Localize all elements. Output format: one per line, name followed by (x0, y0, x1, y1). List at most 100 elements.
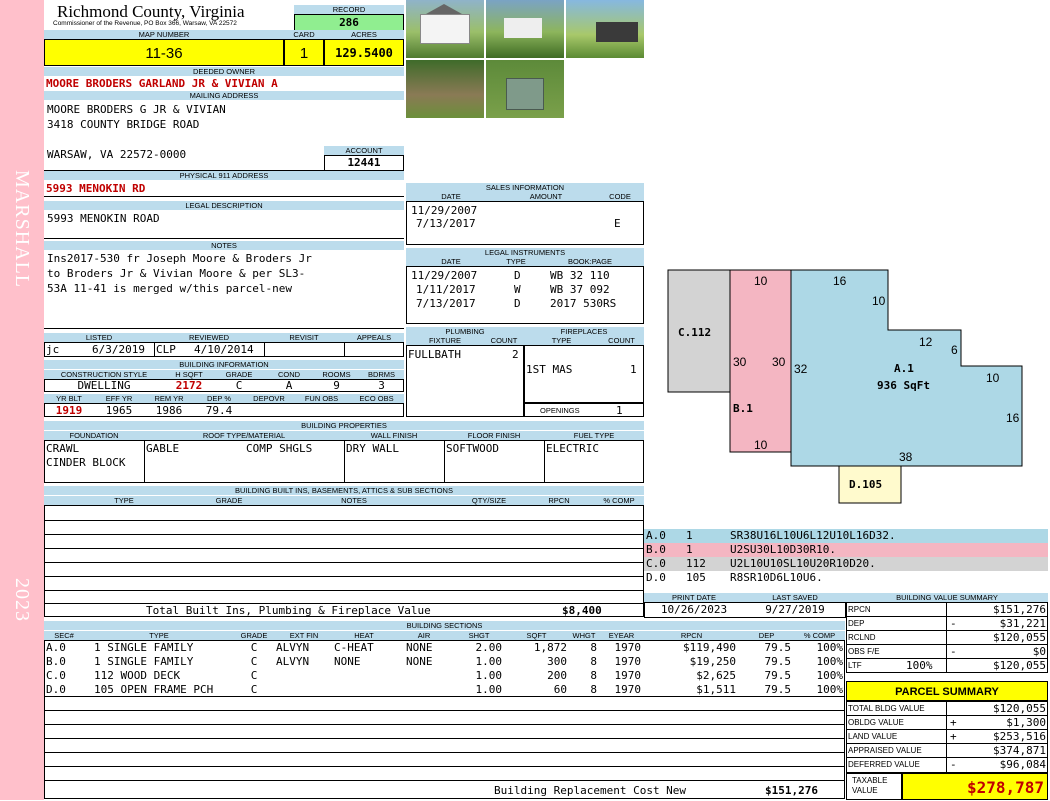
section-cell-eyear: 1970 (614, 669, 642, 682)
last-saved-label: LAST SAVED (744, 593, 846, 602)
bvs-rclnd-value: $120,055 (993, 631, 1046, 644)
floor-finish: SOFTWOOD (446, 442, 499, 455)
sales-info: SALES INFORMATION DATE AMOUNT CODE 11/29… (406, 183, 644, 245)
grade: C (235, 379, 243, 392)
section-cell-dep: 79.5 (764, 683, 792, 696)
fireplaces-label: FIREPLACES (524, 327, 644, 336)
section-cell-eyear: 1970 (614, 683, 642, 696)
col-fuel-type: FUEL TYPE (544, 431, 644, 440)
col-construction-style: CONSTRUCTION STYLE (44, 370, 164, 379)
print-date-label: PRINT DATE (644, 593, 744, 602)
bedrooms: 3 (378, 379, 385, 392)
dim-a-step4: 10 (986, 371, 1000, 385)
traverse-code: U2L10U10SL10U20R10D20. (730, 557, 876, 570)
section-cell-ext: ALVYN (276, 655, 310, 668)
traverse-sec: B.0 (646, 543, 666, 556)
bvs-rpcn-label: RPCN (848, 605, 871, 614)
deferred-sign: - (950, 758, 957, 771)
section-cell-dep: 79.5 (764, 669, 792, 682)
mailing-line1: MOORE BRODERS G JR & VIVIAN (47, 103, 226, 116)
building-value-summary: BUILDING VALUE SUMMARY RPCN $151,276 DEP… (846, 593, 1048, 673)
section-cell-sec: A.0 (46, 641, 66, 654)
plumbing-fixture: FULLBATH (408, 348, 461, 361)
fireplace-count: 1 (630, 363, 637, 376)
building-info-label: BUILDING INFORMATION (44, 360, 404, 369)
total-bldg-label: TOTAL BLDG VALUE (848, 704, 925, 713)
dim-b-right: 30 (772, 355, 786, 369)
heated-sqft: 2172 (175, 379, 203, 392)
builtins-col-rpcn: RPCN (524, 496, 594, 505)
foundation-1: CRAWL (46, 442, 80, 455)
col-funobs: FUN OBS (294, 394, 349, 403)
section-cell-sec: C.0 (46, 669, 66, 682)
section-cell-rpcn: $119,490 (683, 641, 736, 654)
map-number-value: 11-36 (44, 39, 284, 66)
section-cell-air: NONE (406, 641, 433, 654)
traverse-num: 112 (686, 557, 706, 570)
col-rooms: ROOMS (314, 370, 359, 379)
bvs-obs-label: OBS F/E (848, 647, 880, 656)
acres-value: 129.5400 (324, 39, 404, 66)
sales-col-amount: AMOUNT (496, 192, 596, 201)
plumbing-col-count: COUNT (484, 336, 524, 345)
col-bdrms: BDRMS (359, 370, 404, 379)
sketch-label-c: C.112 (678, 326, 711, 339)
section-cell-grade: C (250, 683, 258, 696)
appeals-label: APPEALS (344, 333, 404, 342)
dim-b-left: 30 (733, 355, 747, 369)
mailing-label: MAILING ADDRESS (44, 91, 404, 100)
county-title: Richmond County, Virginia (57, 2, 245, 21)
builtins-total-value: $8,400 (562, 604, 602, 617)
section-cell-sqft: 200 (547, 669, 567, 682)
bvs-label: BUILDING VALUE SUMMARY (846, 593, 1048, 602)
instruments-col-type: TYPE (496, 257, 536, 266)
card-label: CARD (284, 30, 324, 39)
section-cell-comp: 100% (816, 655, 844, 668)
wall-finish: DRY WALL (346, 442, 399, 455)
section-cell-grade: C (250, 655, 258, 668)
section-cell-sec: D.0 (46, 683, 66, 696)
sketch-label-b: B.1 (733, 402, 753, 415)
section-cell-shgt: 2.00 (475, 641, 503, 654)
col-hsqft: H SQFT (164, 370, 214, 379)
commissioner-line: Commissioner of the Revenue, PO Box 366,… (53, 20, 237, 27)
obldg-label: OBLDG VALUE (848, 718, 904, 727)
deferred-label: DEFERRED VALUE (848, 760, 920, 769)
builtins-col-comp: % COMP (594, 496, 644, 505)
photo-shed-1 (566, 0, 644, 58)
dim-a-left: 32 (794, 362, 808, 376)
obldg-sign: + (950, 716, 957, 729)
dim-a-top: 16 (833, 274, 847, 288)
section-cell-eyear: 1970 (614, 641, 642, 654)
sketch-label-a-area: 936 SqFt (877, 379, 930, 392)
section-cell-whgt: 8 (590, 655, 597, 668)
traverse-num: 105 (686, 571, 706, 584)
listed-by: jc (46, 343, 60, 356)
section-cell-shgt: 1.00 (475, 655, 503, 668)
col-dep: DEP % (194, 394, 244, 403)
depreciation: 79.4 (205, 404, 233, 417)
bvs-rpcn-value: $151,276 (993, 603, 1046, 616)
reviewed-date: 4/10/2014 (194, 343, 254, 356)
builtins-col-grade: GRADE (204, 496, 254, 505)
map-number-label: MAP NUMBER (44, 30, 284, 39)
section-cell-dep: 79.5 (764, 655, 792, 668)
traverse-list: A.0 1 SR38U16L10U6L12U10L16D32. B.0 1 U2… (644, 529, 1048, 587)
building-properties: BUILDING PROPERTIES FOUNDATION ROOF TYPE… (44, 421, 644, 483)
traverse-row-a: A.0 1 SR38U16L10U6L12U10L16D32. (644, 529, 1048, 543)
traverse-row-c: C.0 112 U2L10U10SL10U20R10D20. (644, 557, 1048, 571)
sales-col-code: CODE (596, 192, 644, 201)
section-cell-rpcn: $1,511 (696, 683, 736, 696)
sections-col-shgt: SHGT (454, 631, 504, 640)
dim-a-step3: 6 (951, 343, 958, 357)
record-block: RECORD 286 (294, 5, 404, 31)
sales-col-date: DATE (406, 192, 496, 201)
land-value-label: LAND VALUE (848, 732, 898, 741)
traverse-num: 1 (686, 529, 693, 542)
col-cond: COND (264, 370, 314, 379)
col-roof: ROOF TYPE/MATERIAL (144, 431, 344, 440)
section-cell-sec: B.0 (46, 655, 66, 668)
listed-row: LISTED REVIEWED REVISIT APPEALS jc 6/3/2… (44, 333, 404, 357)
deferred-value: $96,084 (999, 758, 1046, 771)
photo-house-2 (486, 0, 564, 58)
